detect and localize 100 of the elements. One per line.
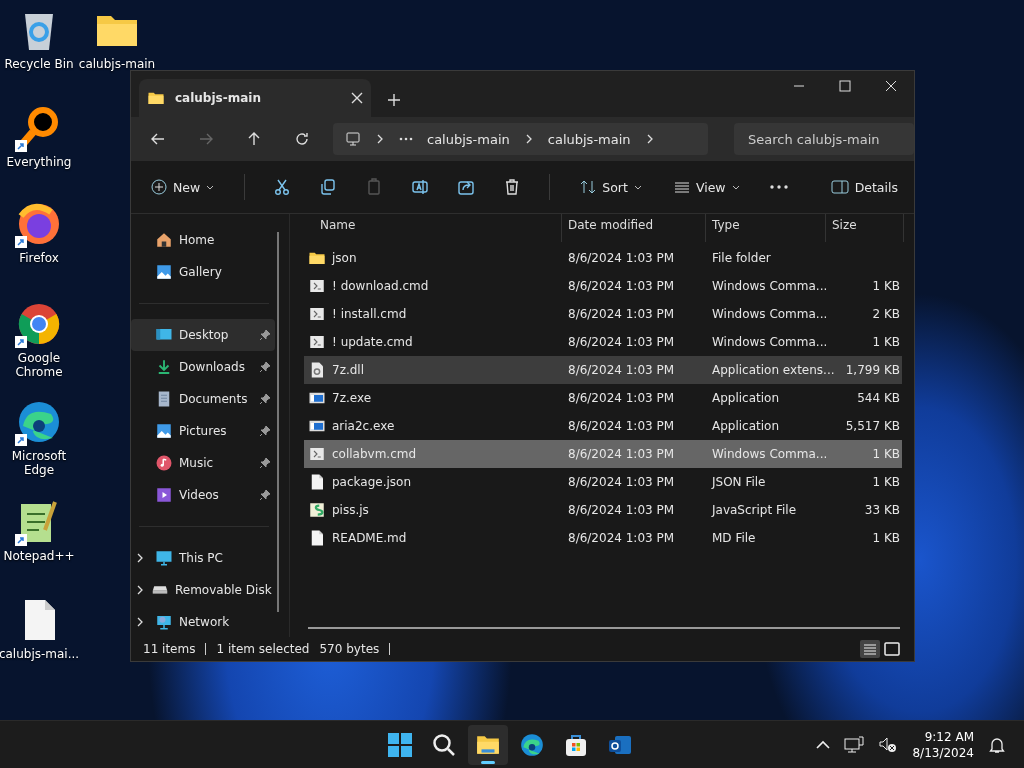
details-button[interactable]: Details: [828, 175, 900, 199]
details-view-icon[interactable]: [860, 640, 880, 658]
film-icon: [155, 486, 173, 504]
list-lines-icon: [673, 179, 690, 195]
desktop-shortcut[interactable]: Firefox: [0, 200, 78, 265]
address-bar[interactable]: calubjs-main calubjs-main: [333, 123, 708, 155]
column-header[interactable]: Name: [290, 214, 562, 242]
sort-button[interactable]: Sort: [578, 175, 644, 199]
desktop-icon-label[interactable]: Firefox: [19, 251, 59, 265]
clock-date[interactable]: 8/13/2024: [912, 744, 974, 761]
desktop-icon-label[interactable]: Google Chrome: [3, 351, 75, 379]
file-row[interactable]: ! install.cmd 8/6/2024 1:03 PM Windows Comma... 2 KB: [304, 300, 902, 328]
shortcut-arrow-icon: [15, 534, 27, 546]
file-row[interactable]: piss.js 8/6/2024 1:03 PM JavaScript File 33 KB: [304, 496, 902, 524]
file-row[interactable]: 7z.exe 8/6/2024 1:03 PM Application 544 KB: [304, 384, 902, 412]
sidebar-item[interactable]: Removable Disk: [131, 574, 275, 606]
file-row[interactable]: ! update.cmd 8/6/2024 1:03 PM Windows Comma... 1 KB: [304, 328, 902, 356]
view-button[interactable]: View: [671, 175, 742, 199]
file-row[interactable]: README.md 8/6/2024 1:03 PM MD File 1 KB: [304, 524, 902, 552]
file-row[interactable]: ! download.cmd 8/6/2024 1:03 PM Windows Comma... 1 KB: [304, 272, 902, 300]
pin-icon: [259, 361, 271, 373]
desktop-icon-label[interactable]: Microsoft Edge: [3, 449, 75, 477]
music-note-icon: [155, 454, 173, 472]
search-field[interactable]: Search calubjs-main: [734, 123, 914, 155]
sidebar-item[interactable]: Gallery: [131, 256, 275, 288]
script-file-icon: [308, 277, 326, 295]
search-icon[interactable]: [431, 731, 457, 758]
sidebar-item[interactable]: Downloads: [131, 351, 275, 383]
rename-icon[interactable]: [411, 178, 430, 196]
desktop-shortcut[interactable]: Notepad++: [0, 498, 78, 563]
refresh-icon[interactable]: [293, 130, 311, 148]
more-icon[interactable]: [399, 137, 413, 141]
desktop-icon-label[interactable]: calubjs-main: [78, 57, 156, 71]
selection-size: 570 bytes: [319, 642, 380, 656]
more-options-icon[interactable]: [769, 185, 788, 189]
shortcut-arrow-icon: [15, 336, 27, 348]
script-file-icon: [308, 333, 326, 351]
desktop-icon-label[interactable]: calubjs-mai...: [0, 647, 80, 661]
drive-icon: [151, 586, 169, 594]
file-row[interactable]: json 8/6/2024 1:03 PM File folder: [304, 244, 902, 272]
sidebar-item[interactable]: Home: [131, 224, 275, 256]
muted-speaker-icon[interactable]: [878, 735, 899, 754]
shortcut-arrow-icon: [15, 434, 27, 446]
desktop-icon-label[interactable]: Recycle Bin: [4, 57, 74, 71]
breadcrumb[interactable]: calubjs-main: [547, 131, 631, 147]
desktop-shortcut[interactable]: Everything: [0, 104, 78, 169]
sort-arrows-icon: [580, 179, 597, 195]
script-file-icon: [308, 445, 326, 463]
column-header[interactable]: Type: [706, 214, 826, 242]
explorer-tab[interactable]: calubjs-main: [139, 79, 371, 117]
sidebar-item[interactable]: Desktop: [131, 319, 275, 351]
start-icon[interactable]: [387, 731, 413, 758]
close-tab-icon[interactable]: [351, 92, 363, 104]
sidebar-item[interactable]: Network: [131, 606, 275, 638]
picture-icon: [155, 422, 173, 440]
file-row[interactable]: aria2c.exe 8/6/2024 1:03 PM Application 5,517 KB: [304, 412, 902, 440]
pin-icon: [259, 457, 271, 469]
desktop-icon-label[interactable]: Everything: [6, 155, 72, 169]
notification-bell-icon[interactable]: [988, 735, 1006, 754]
file-row[interactable]: package.json 8/6/2024 1:03 PM JSON File 1 KB: [304, 468, 902, 496]
sidebar-item[interactable]: Pictures: [131, 415, 275, 447]
caret-icon: [633, 183, 642, 191]
share-icon[interactable]: [457, 178, 476, 196]
caret-icon: [731, 183, 740, 191]
file-row[interactable]: collabvm.cmd 8/6/2024 1:03 PM Windows Comma... 1 KB: [304, 440, 902, 468]
monitor-icon: [345, 131, 361, 147]
expand-chevron-icon: [135, 617, 145, 627]
network-monitor-icon[interactable]: [844, 735, 865, 754]
sidebar-item[interactable]: Videos: [131, 479, 275, 511]
column-header[interactable]: Date modified: [562, 214, 706, 242]
shortcut-arrow-icon: [15, 236, 27, 248]
sidebar-item[interactable]: Documents: [131, 383, 275, 415]
script-file-icon: [308, 305, 326, 323]
tiles-view-icon[interactable]: [882, 640, 902, 658]
desktop-shortcut[interactable]: Microsoft Edge: [0, 398, 78, 477]
desktop-shortcut[interactable]: calubjs-main: [78, 6, 156, 71]
new-tab-icon[interactable]: [387, 93, 401, 107]
sidebar-item[interactable]: Music: [131, 447, 275, 479]
home-icon: [155, 231, 173, 249]
chevron-icon: [375, 134, 385, 144]
chevron-up-icon[interactable]: [816, 739, 831, 750]
expand-chevron-icon: [135, 553, 145, 563]
copy-icon[interactable]: [319, 178, 338, 196]
column-header[interactable]: Size: [826, 214, 904, 242]
file-row[interactable]: 7z.dll 8/6/2024 1:03 PM Application extens... 1,799 KB: [304, 356, 902, 384]
pin-icon: [259, 393, 271, 405]
sidebar-item[interactable]: This PC: [131, 542, 275, 574]
script-file-icon: [308, 501, 326, 519]
cut-icon[interactable]: [273, 178, 292, 196]
monitor-icon: [155, 549, 173, 567]
desktop-shortcut[interactable]: Recycle Bin: [0, 6, 78, 71]
clock-time[interactable]: 9:12 AM: [924, 728, 974, 745]
desktop-icon-label[interactable]: Notepad++: [3, 549, 75, 563]
desktop-shortcut[interactable]: Google Chrome: [0, 300, 78, 379]
wave-browser-icon[interactable]: [519, 731, 545, 758]
desktop-shortcut[interactable]: calubjs-mai...: [0, 596, 78, 661]
new-button[interactable]: New: [149, 175, 217, 199]
breadcrumb[interactable]: calubjs-main: [427, 131, 510, 147]
item-count: 11 items: [143, 642, 196, 656]
details-pane-icon: [830, 180, 849, 194]
